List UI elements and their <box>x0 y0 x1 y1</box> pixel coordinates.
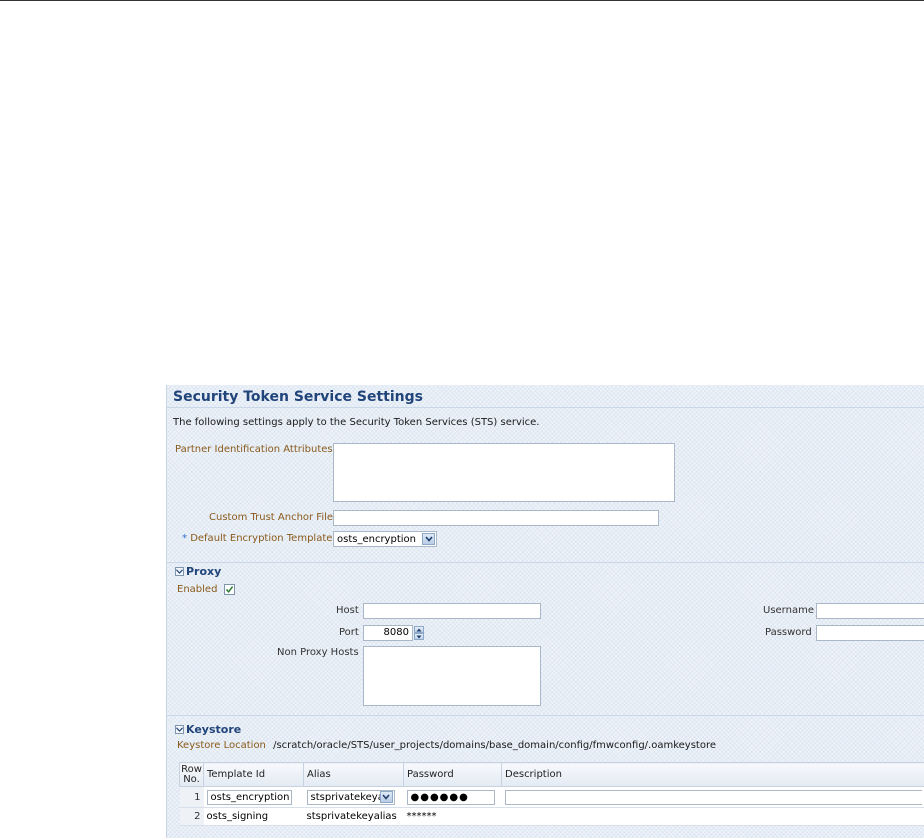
keystore-table: Row No. Template Id Alias Password Descr… <box>179 762 924 826</box>
keystore-location-value: /scratch/oracle/STS/user_projects/domain… <box>273 740 716 751</box>
password-text: ****** <box>403 807 502 826</box>
encryption-template-label-text: Default Encryption Template <box>190 533 333 544</box>
col-template-id: Template Id <box>203 762 304 787</box>
table-row[interactable]: 1 osts_encryption stsprivatekeya ●●●●●● <box>179 786 924 808</box>
keystore-divider <box>167 715 924 716</box>
encryption-template-label: * Default Encryption Template <box>182 533 332 544</box>
sts-settings-panel: Security Token Service Settings The foll… <box>166 385 924 838</box>
template-id-cell: osts_encryption <box>203 786 304 808</box>
col-description: Description <box>501 762 924 787</box>
encryption-template-value: osts_encryption <box>337 533 416 545</box>
alias-select[interactable]: stsprivatekeya <box>306 789 395 805</box>
proxy-port-input[interactable]: 8080 <box>363 625 413 641</box>
required-marker: * <box>182 533 187 544</box>
encryption-template-select[interactable]: osts_encryption <box>333 531 437 547</box>
col-alias: Alias <box>303 762 404 787</box>
col-row-no: Row No. <box>179 762 204 787</box>
description-input[interactable] <box>504 789 922 805</box>
proxy-host-label: Host <box>336 605 359 616</box>
page-title: Security Token Service Settings <box>173 389 423 405</box>
trust-anchor-input[interactable] <box>333 510 659 526</box>
non-proxy-hosts-textarea[interactable] <box>363 646 541 706</box>
intro-text: The following settings apply to the Secu… <box>173 417 540 428</box>
proxy-section-label: Proxy <box>186 565 222 578</box>
spinner-icon[interactable] <box>414 626 424 640</box>
spinner-down-icon[interactable] <box>414 633 424 640</box>
table-header-row: Row No. Template Id Alias Password Descr… <box>179 762 924 787</box>
col-password: Password <box>403 762 502 787</box>
proxy-username-input[interactable] <box>816 603 924 619</box>
password-cell: ●●●●●● <box>403 786 502 808</box>
title-divider <box>167 407 924 408</box>
chevron-down-icon[interactable] <box>379 791 393 803</box>
keystore-location-row: Keystore Location /scratch/oracle/STS/us… <box>177 740 716 751</box>
table-row[interactable]: 2 osts_signing stsprivatekeyalias ****** <box>179 807 924 826</box>
non-proxy-hosts-label: Non Proxy Hosts <box>277 647 359 658</box>
checkmark-icon <box>225 586 234 593</box>
template-id-text: osts_signing <box>203 807 304 826</box>
alias-cell: stsprivatekeya <box>303 786 404 808</box>
keystore-location-label: Keystore Location <box>177 740 266 751</box>
disclosure-expanded-icon[interactable] <box>175 567 184 576</box>
partner-attrs-textarea[interactable] <box>333 443 675 502</box>
keystore-section-header[interactable]: Keystore <box>175 723 241 736</box>
proxy-password-label: Password <box>765 627 812 638</box>
description-text <box>501 807 924 826</box>
alias-text: stsprivatekeyalias <box>303 807 404 826</box>
disclosure-expanded-icon[interactable] <box>175 725 184 734</box>
proxy-port-label: Port <box>339 627 359 638</box>
chevron-down-icon[interactable] <box>422 533 435 545</box>
password-input[interactable]: ●●●●●● <box>406 789 495 805</box>
proxy-section-header[interactable]: Proxy <box>175 565 221 578</box>
alias-value: stsprivatekeya <box>310 791 380 803</box>
row-number: 1 <box>179 786 204 808</box>
proxy-host-input[interactable] <box>363 603 541 619</box>
proxy-enabled-label: Enabled <box>177 584 218 595</box>
partner-attrs-label: Partner Identification Attributes <box>175 444 333 455</box>
spinner-up-icon[interactable] <box>414 626 424 633</box>
description-cell <box>501 786 924 808</box>
trust-anchor-label: Custom Trust Anchor File <box>209 512 334 523</box>
row-number: 2 <box>179 807 204 826</box>
top-divider <box>0 0 924 1</box>
proxy-password-input[interactable] <box>816 625 924 641</box>
keystore-section-label: Keystore <box>186 723 242 736</box>
proxy-username-label: Username <box>763 605 814 616</box>
template-id-input[interactable]: osts_encryption <box>206 789 292 805</box>
proxy-divider <box>167 562 924 563</box>
proxy-enabled-checkbox[interactable] <box>224 584 235 595</box>
